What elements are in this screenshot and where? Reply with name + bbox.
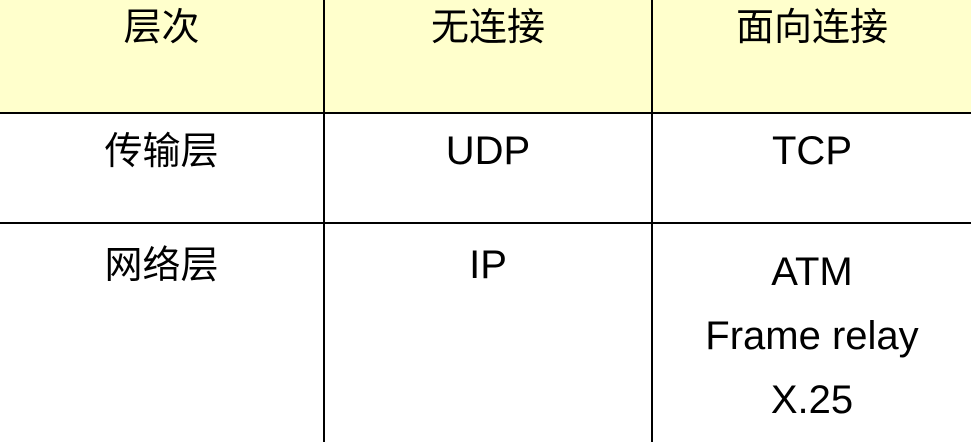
protocol-name: UDP bbox=[445, 129, 531, 173]
table-header: 层次 无连接 面向连接 bbox=[0, 0, 971, 114]
layer-name: 传输层 bbox=[104, 129, 219, 173]
protocol-comparison-table: 层次 无连接 面向连接 传输层 UDP TCP 网络层 IP ATM Frame… bbox=[0, 0, 971, 442]
cell-connection-oriented: TCP bbox=[651, 113, 971, 224]
cell-layer: 网络层 bbox=[0, 223, 324, 442]
protocol-name: TCP bbox=[772, 129, 852, 173]
header-layer: 层次 bbox=[0, 0, 324, 114]
header-connection-oriented: 面向连接 bbox=[651, 0, 971, 114]
cell-connection-oriented: ATM Frame relay X.25 bbox=[651, 223, 971, 442]
layer-name: 网络层 bbox=[104, 243, 219, 287]
protocol-name: IP bbox=[469, 243, 507, 287]
cell-layer: 传输层 bbox=[0, 113, 324, 224]
protocol-name: X.25 bbox=[770, 378, 854, 422]
protocol-name: Frame relay bbox=[705, 314, 919, 358]
cell-connectionless: IP bbox=[323, 223, 652, 442]
table-body: 传输层 UDP TCP 网络层 IP ATM Frame relay X.25 bbox=[0, 113, 971, 442]
header-connectionless: 无连接 bbox=[323, 0, 652, 114]
header-row: 层次 无连接 面向连接 bbox=[0, 0, 971, 114]
table-row-transport: 传输层 UDP TCP bbox=[0, 113, 971, 224]
protocol-name: ATM bbox=[771, 250, 853, 294]
cell-connectionless: UDP bbox=[323, 113, 652, 224]
table-row-network: 网络层 IP ATM Frame relay X.25 bbox=[0, 223, 971, 442]
